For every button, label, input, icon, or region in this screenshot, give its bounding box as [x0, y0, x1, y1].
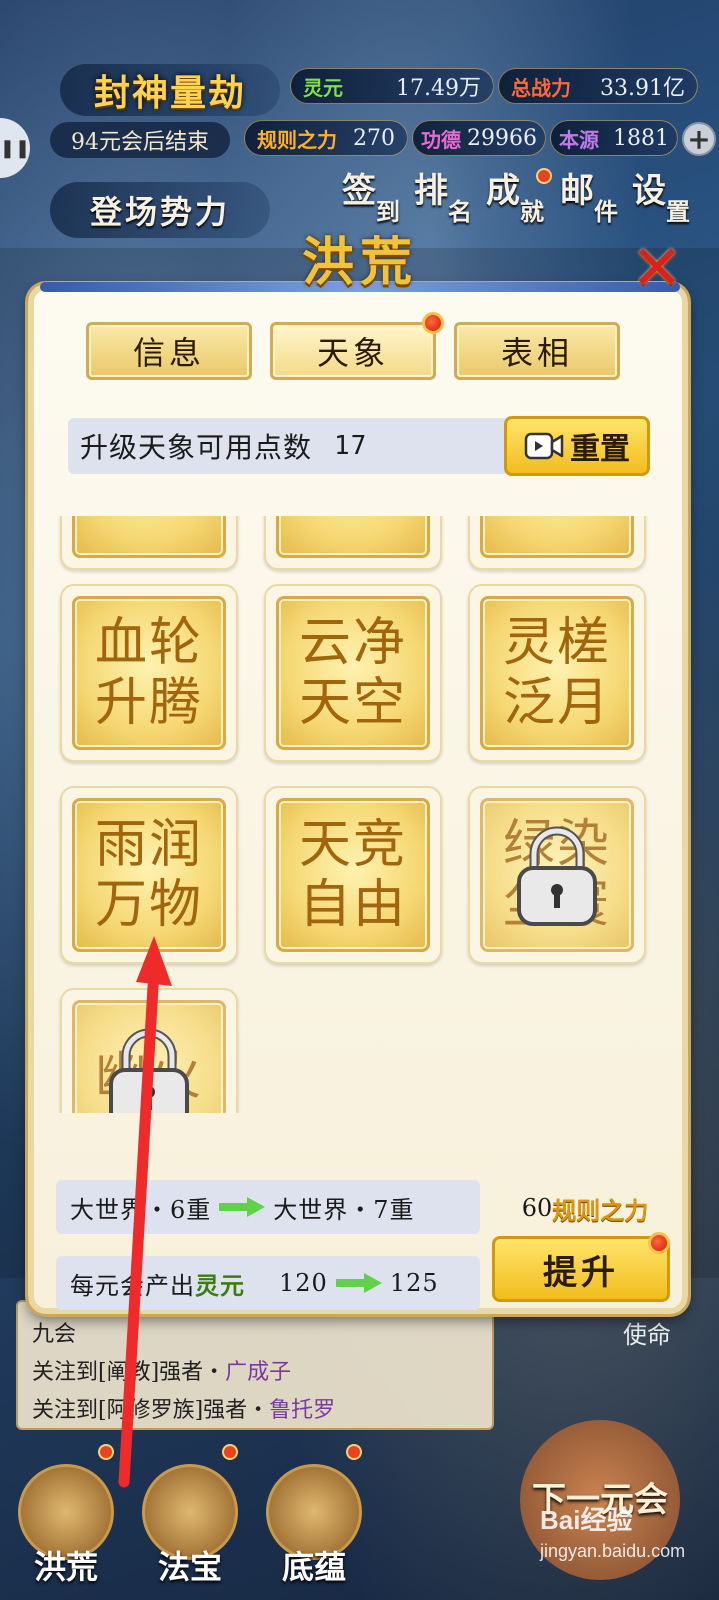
bottom-tab-label: 洪荒: [33, 1548, 98, 1586]
celestial-tile[interactable]: 云净天空: [264, 584, 442, 762]
stat-power: 总战力 33.91亿: [498, 68, 698, 104]
output-to: 125: [389, 1269, 439, 1297]
cost-value: 60: [521, 1194, 553, 1222]
stat-label: 总战力: [511, 75, 571, 100]
menu-achievements[interactable]: 成就: [482, 174, 548, 244]
close-icon: ✕: [631, 230, 683, 304]
close-button[interactable]: ✕: [626, 231, 688, 304]
tab-appearance[interactable]: 表相: [454, 322, 620, 380]
celestial-tile[interactable]: 灵槎泛月: [468, 584, 646, 762]
plus-icon: +: [687, 122, 711, 156]
reset-label: 重置: [570, 432, 630, 467]
log-line: 关注到[阿修罗族]强者・鲁托罗: [32, 1398, 336, 1423]
celestial-tile[interactable]: 血轮升腾: [60, 584, 238, 762]
video-ad-icon: [524, 432, 564, 460]
stat-label: 功德: [421, 127, 461, 152]
tile-label: 蛮焰: [72, 516, 226, 558]
celestial-tile[interactable]: 天竞自由: [264, 786, 442, 964]
bottom-tab-honghuang[interactable]: 洪荒: [8, 1452, 124, 1588]
menu-small: 置: [666, 197, 690, 226]
faction-button[interactable]: 登场势力: [50, 182, 270, 238]
bottom-tab-label: 法宝: [157, 1548, 222, 1586]
world-to: 大世界・7重: [273, 1195, 415, 1224]
celestial-tile[interactable]: 蛮焰: [60, 516, 238, 570]
tab-celestial[interactable]: 天象: [270, 322, 436, 380]
upgrade-cost: 60 规则之力: [500, 1188, 670, 1228]
log-line: 关注到[阐教]强者・广成子: [32, 1360, 292, 1385]
tile-label: 云净天空: [276, 596, 430, 750]
menu-big: 设: [632, 171, 666, 211]
stat-lingyuan: 灵元 17.49万: [290, 68, 494, 104]
cost-resource: 规则之力: [552, 1195, 649, 1225]
stat-value: 29966: [467, 125, 537, 151]
celestial-tile[interactable]: 敝月: [264, 516, 442, 570]
bottom-tab-diyun[interactable]: 底蕴: [256, 1452, 372, 1588]
celestial-tile-locked[interactable]: 绿染尘寰: [468, 786, 646, 964]
stat-label: 灵元: [303, 75, 343, 100]
stat-value: 33.91亿: [600, 76, 685, 101]
stat-label: 本源: [559, 127, 599, 152]
right-arrow-icon: [335, 1273, 382, 1293]
watermark: Bai经验 jingyan.baidu.com: [540, 1505, 686, 1561]
stat-value: 1881: [613, 125, 669, 151]
notification-dot: [536, 168, 552, 184]
tile-label: 交手: [480, 516, 634, 558]
event-log: 九会 关注到[阐教]强者・广成子 关注到[阿修罗族]强者・鲁托罗: [16, 1300, 494, 1430]
bottom-tab-label: 底蕴: [281, 1548, 346, 1586]
notification-dot: [346, 1444, 362, 1460]
dialog-title: 洪荒: [301, 231, 418, 293]
tile-label: 天竞自由: [276, 798, 430, 952]
annotation-arrow-icon: [118, 936, 172, 1488]
right-arrow-icon: [219, 1197, 266, 1217]
add-resource-button[interactable]: +: [682, 122, 716, 156]
log-line: 九会: [32, 1322, 77, 1347]
event-countdown: 94元会后结束: [50, 122, 230, 158]
mission-button[interactable]: 使命: [612, 1312, 682, 1352]
pause-icon: ❚❚: [0, 137, 31, 159]
stat-label: 规则之力: [257, 127, 337, 152]
menu-big: 邮: [560, 171, 594, 211]
stat-merit: 功德 29966: [412, 120, 546, 156]
menu-big: 成: [486, 171, 520, 211]
notification-dot: [222, 1444, 238, 1460]
output-resource: 灵元: [195, 1270, 245, 1300]
lock-icon: [517, 826, 597, 926]
notification-dot: [422, 312, 444, 334]
points-value: 17: [334, 431, 368, 461]
menu-small: 名: [448, 197, 472, 226]
celestial-tile[interactable]: 交手: [468, 516, 646, 570]
tile-label: 血轮升腾: [72, 596, 226, 750]
menu-big: 签: [342, 171, 376, 211]
stat-value: 270: [353, 125, 395, 151]
menu-mail[interactable]: 邮件: [556, 174, 622, 244]
stat-value: 17.49万: [396, 76, 481, 101]
stat-origin: 本源 1881: [550, 120, 678, 156]
output-from: 120: [279, 1269, 328, 1297]
tile-label: 敝月: [276, 516, 430, 558]
tab-info[interactable]: 信息: [86, 322, 252, 380]
menu-big: 排: [414, 171, 448, 211]
upgrade-button[interactable]: 提升: [492, 1236, 670, 1302]
menu-small: 就: [520, 197, 544, 226]
menu-small: 件: [594, 197, 618, 226]
points-label: 升级天象可用点数: [80, 431, 313, 464]
stat-rule: 规则之力 270: [244, 120, 408, 156]
tile-label: 雨润万物: [72, 798, 226, 952]
reset-button[interactable]: 重置: [504, 416, 650, 476]
notification-dot: [648, 1232, 670, 1254]
tile-label: 灵槎泛月: [480, 596, 634, 750]
event-title: 封神量劫: [60, 64, 280, 116]
